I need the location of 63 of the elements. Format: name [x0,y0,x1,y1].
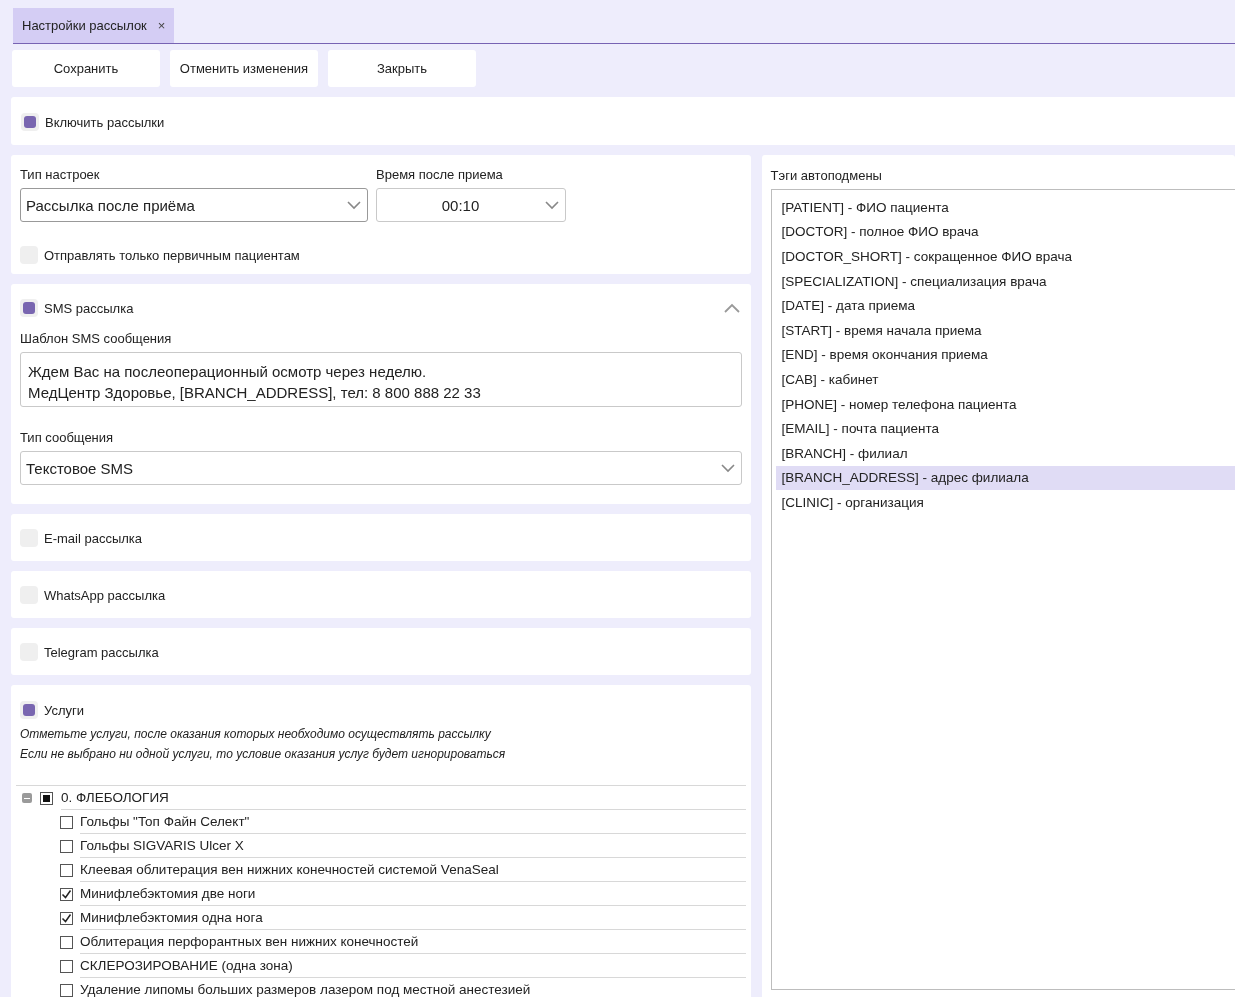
tree-item-label: Гольфы SIGVARIS Ulcer X [80,834,746,858]
tree-checkbox[interactable] [60,839,73,853]
collapse-icon[interactable] [22,793,32,803]
list-item[interactable]: [START] - время начала приема [775,317,1235,343]
close-icon[interactable]: × [157,18,166,33]
tree-checkbox[interactable] [60,887,73,901]
list-item[interactable]: [EMAIL] - почта пациента [775,416,1235,441]
list-item[interactable]: [DOCTOR_SHORT] - сокращенное ФИО врача [775,244,1235,269]
toolbar-button[interactable]: Сохранить [12,50,160,87]
chevron-up-icon[interactable] [723,303,740,313]
text-area[interactable]: Ждем Вас на послеоперационный осмотр через неделю. МедЦентр Здоровье, [BRANCH_ADDRESS], тел: 8 800 888 22 33 [20,352,742,407]
tree-item-label: Минифлебэктомия две ноги [80,882,746,906]
tree-checkbox[interactable] [60,983,73,997]
hint-text: Отметьте услуги, после оказания которых необходимо осуществлять рассылку [20,727,492,741]
checkbox-label: Telegram рассылка [44,644,159,660]
checkbox-label: Услуги [44,702,84,718]
tree-item-label: Минифлебэктомия одна нога [80,906,746,930]
hint-text: Если не выбрано ни одной услуги, то условие оказания услуг будет игнорироваться [20,747,507,761]
tree-item-label: Клеевая облитерация вен нижних конечностей системой VenaSeal [80,858,746,882]
tree-item-label: СКЛЕРОЗИРОВАНИЕ (одна зона) [80,954,746,978]
dropdown-field[interactable]: Текстовое SMS [20,451,742,485]
chevron-down-icon [545,201,559,210]
field-label: Шаблон SMS сообщения [20,331,173,346]
field-label: Тэги автоподмены [770,168,883,183]
tree-item-label: Облитерация перфорантных вен нижних конечностей [80,930,746,954]
checkbox[interactable] [21,113,39,131]
list-item[interactable]: [DATE] - дата приема [775,293,1235,318]
list-item[interactable]: [CAB] - кабинет [775,367,1235,392]
checkbox[interactable] [20,701,38,719]
tree-item-label: Удаление липомы больших размеров лазером под местной анестезией [80,978,746,997]
list-item[interactable]: [BRANCH] - филиал [775,440,1235,466]
checkbox-label: E-mail рассылка [44,530,143,546]
toolbar-button[interactable]: Отменить изменения [170,50,318,87]
list-item[interactable]: [END] - время окончания приема [775,342,1235,368]
list-item[interactable]: [PHONE] - номер телефона пациента [775,391,1235,417]
list-item[interactable]: [PATIENT] - ФИО пациента [775,195,1235,220]
tree-checkbox[interactable] [40,791,53,805]
chevron-down-icon [720,463,735,473]
tree-item-label: 0. ФЛЕБОЛОГИЯ [61,786,746,810]
list-item[interactable]: [DOCTOR] - полное ФИО врача [775,219,1235,245]
time-dropdown-field[interactable]: 00:10 [376,188,566,222]
dropdown-field[interactable]: Рассылка после приёма [20,188,368,222]
list-item[interactable]: [CLINIC] - организация [775,490,1235,515]
tab-label: Настройки рассылок [22,18,147,33]
list-item[interactable]: [BRANCH_ADDRESS] - адрес филиала [775,465,1235,491]
tree-checkbox[interactable] [60,959,73,973]
checkbox-label: Включить рассылки [45,114,165,130]
tree-checkbox[interactable] [60,815,73,829]
checkbox-label: SMS рассылка [44,300,134,316]
checkbox-label: WhatsApp рассылка [44,587,166,603]
chevron-down-icon [347,200,361,210]
tree-checkbox[interactable] [60,935,73,949]
tree-checkbox[interactable] [60,911,73,925]
field-label: Время после приема [376,167,504,182]
field-label: Тип настроек [20,167,101,182]
tree-item-label: Гольфы "Топ Файн Селект" [80,810,746,834]
field-label: Тип сообщения [20,430,115,445]
tab[interactable]: Настройки рассылок × [13,8,175,43]
checkbox[interactable] [20,299,38,317]
toolbar-button[interactable]: Закрыть [328,50,476,87]
list-item[interactable]: [SPECIALIZATION] - специализация врача [775,268,1235,294]
tree-checkbox[interactable] [60,863,73,877]
checkbox-label: Отправлять только первичным пациентам [44,247,300,263]
